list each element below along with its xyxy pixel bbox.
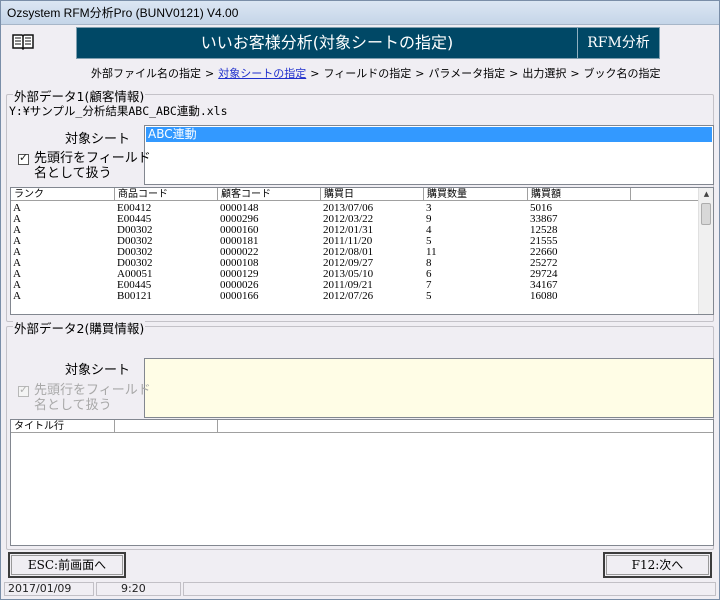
- back-button[interactable]: ESC:前画面へ: [8, 552, 126, 578]
- group-2-title: 外部データ2(購買情報): [13, 318, 146, 337]
- breadcrumb-item-book[interactable]: ブック名の指定: [584, 67, 661, 80]
- table-cell: 5: [426, 290, 432, 302]
- checkbox-1-label: 先頭行をフィールド名として扱う: [34, 151, 151, 181]
- app-window: Ozsystem RFM分析Pro (BUNV0121) V4.00 いいお客様…: [0, 0, 720, 600]
- sheet-list-2[interactable]: [144, 358, 714, 418]
- table-cell: A: [13, 290, 21, 302]
- column-header[interactable]: 顧客コード: [218, 188, 321, 201]
- book-icon: [12, 34, 34, 50]
- scroll-thumb[interactable]: [701, 203, 711, 225]
- status-bar: 2017/01/09 9:20: [4, 582, 716, 596]
- breadcrumb-separator: >: [509, 67, 519, 80]
- sheet-item-abc[interactable]: ABC連動: [146, 127, 712, 142]
- breadcrumb-item-file[interactable]: 外部ファイル名の指定: [91, 67, 201, 80]
- column-header[interactable]: タイトル行: [11, 420, 115, 433]
- status-panel: [183, 582, 716, 596]
- table-row[interactable]: A B00121 0000166 2012/07/26 5 16080: [11, 291, 699, 302]
- scroll-up-icon[interactable]: ▲: [699, 188, 713, 201]
- column-header[interactable]: 商品コード: [115, 188, 218, 201]
- breadcrumb: 外部ファイル名の指定 > 対象シートの指定 > フィールドの指定 > パラメータ指定 > 出力選…: [91, 65, 661, 81]
- column-header[interactable]: 購買額: [528, 188, 631, 201]
- status-date: 2017/01/09: [4, 582, 94, 596]
- header-row-checkbox-2[interactable]: 先頭行をフィールド名として扱う: [18, 383, 151, 415]
- module-tag: RFM分析: [587, 35, 650, 51]
- client-area: いいお客様分析(対象シートの指定) RFM分析 外部ファイル名の指定 > 対象シート…: [4, 26, 716, 596]
- grid-1-scrollbar[interactable]: ▲: [698, 188, 713, 314]
- breadcrumb-item-output[interactable]: 出力選択: [522, 67, 566, 80]
- breadcrumb-separator: >: [415, 67, 425, 80]
- breadcrumb-separator: >: [310, 67, 320, 80]
- table-cell: 16080: [530, 290, 558, 302]
- breadcrumb-item-field[interactable]: フィールドの指定: [323, 67, 411, 80]
- file-path: Y:¥サンプル_分析結果ABC_ABC連動.xls: [9, 104, 228, 118]
- page-header: いいお客様分析(対象シートの指定) RFM分析: [76, 27, 660, 59]
- status-time: 9:20: [96, 582, 181, 596]
- page-title: いいお客様分析(対象シートの指定): [200, 33, 454, 52]
- checkbox-1-box[interactable]: [18, 151, 29, 165]
- next-button[interactable]: F12:次へ: [603, 552, 712, 578]
- header-row-checkbox-1[interactable]: 先頭行をフィールド名として扱う: [18, 151, 151, 183]
- breadcrumb-separator: >: [205, 67, 215, 80]
- data-grid-2[interactable]: タイトル行: [10, 419, 714, 546]
- table-cell: B00121: [117, 290, 152, 302]
- breadcrumb-item-parameter[interactable]: パラメータ指定: [428, 67, 505, 80]
- table-cell: 0000166: [220, 290, 259, 302]
- window-titlebar: Ozsystem RFM分析Pro (BUNV0121) V4.00: [1, 1, 719, 25]
- column-header[interactable]: ランク: [11, 188, 115, 201]
- column-header[interactable]: [115, 420, 218, 433]
- checkbox-2-box[interactable]: [18, 383, 29, 397]
- grid-2-header: タイトル行: [11, 420, 713, 433]
- column-header[interactable]: [218, 420, 713, 433]
- breadcrumb-item-sheet[interactable]: 対象シートの指定: [218, 67, 306, 80]
- data-grid-1[interactable]: ランク 商品コード 顧客コード 購買日 購買数量 購買額 A E00412 0000…: [10, 187, 714, 315]
- sheet-label-1: 対象シート: [65, 132, 131, 147]
- column-header[interactable]: 購買日: [321, 188, 424, 201]
- sheet-label-2: 対象シート: [65, 363, 131, 378]
- sheet-list-1[interactable]: ABC連動: [144, 125, 714, 185]
- checkbox-2-label: 先頭行をフィールド名として扱う: [34, 383, 151, 413]
- column-header[interactable]: 購買数量: [424, 188, 528, 201]
- table-cell: 2012/07/26: [323, 290, 374, 302]
- breadcrumb-separator: >: [570, 67, 580, 80]
- grid-1-header: ランク 商品コード 顧客コード 購買日 購買数量 購買額: [11, 188, 699, 201]
